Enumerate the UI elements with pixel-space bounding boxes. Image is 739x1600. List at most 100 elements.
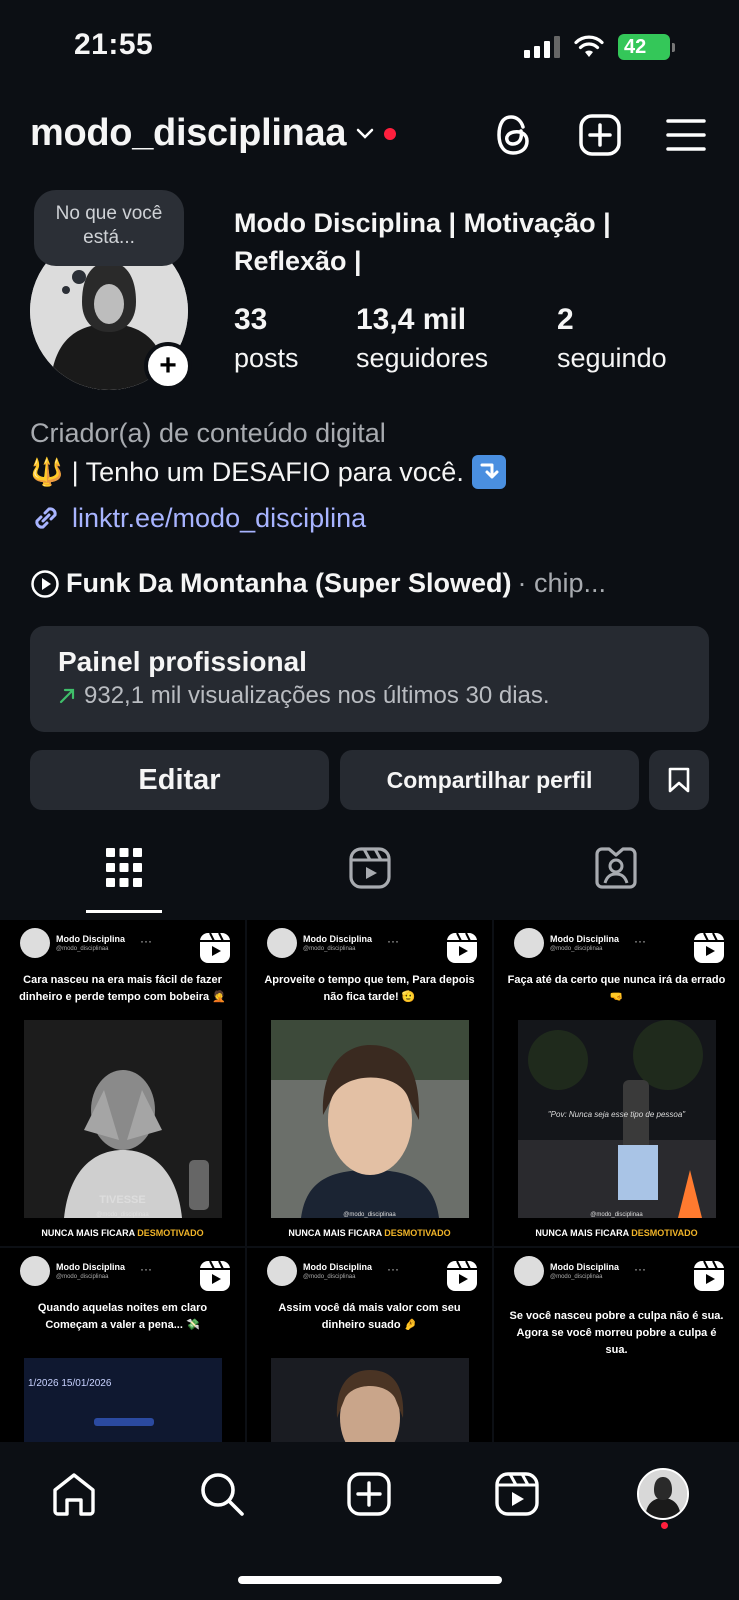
bio: 🔱 | Tenho um DESAFIO para você. xyxy=(30,455,506,489)
saved-button[interactable] xyxy=(649,750,709,810)
play-circle-icon xyxy=(31,569,59,598)
nav-reels[interactable] xyxy=(491,1468,543,1520)
post-account: Modo Disciplina xyxy=(550,933,620,944)
username: modo_disciplinaa xyxy=(30,112,347,154)
share-profile-button[interactable]: Compartilhar perfil xyxy=(340,750,639,810)
reel-badge-icon xyxy=(200,932,230,963)
search-icon xyxy=(201,1473,244,1516)
post-watermark: @modo_disciplinaa xyxy=(590,1212,643,1218)
trident-emoji: 🔱 xyxy=(30,457,64,487)
add-story-button[interactable]: + xyxy=(144,342,192,390)
post-tile[interactable]: Modo Disciplina @modo_disciplinaa ··· Faç… xyxy=(494,920,739,1246)
tagged-icon xyxy=(595,847,637,889)
stat-value: 33 xyxy=(234,303,268,336)
create-icon xyxy=(347,1472,391,1516)
reel-badge-icon xyxy=(447,1260,477,1291)
footer-prefix: NUNCA MAIS FICARA xyxy=(288,1228,382,1238)
account-switcher[interactable]: modo_disciplinaa xyxy=(30,112,397,155)
profile-music[interactable]: Funk Da Montanha (Super Slowed) · chip..… xyxy=(30,568,606,599)
stat-value: 2 xyxy=(557,303,574,336)
post-image-text: 1/2026 15/01/2026 xyxy=(28,1378,112,1389)
reel-badge-icon xyxy=(447,932,477,963)
footer-prefix: NUNCA MAIS FICARA xyxy=(41,1228,135,1238)
stat-label: seguidores xyxy=(356,343,489,373)
stat-followers[interactable]: 13,4 mil seguidores xyxy=(356,300,488,376)
profile-avatar-icon xyxy=(637,1468,689,1520)
tab-reels[interactable] xyxy=(333,846,407,916)
reels-icon xyxy=(495,1472,539,1516)
more-icon: ··· xyxy=(387,934,399,948)
edit-profile-button[interactable]: Editar xyxy=(30,750,329,810)
wifi-icon xyxy=(574,35,604,57)
nav-create[interactable] xyxy=(343,1468,395,1520)
post-tile[interactable]: Modo Disciplina @modo_disciplinaa ··· Se … xyxy=(494,1248,739,1442)
note-bubble[interactable]: No que você está... xyxy=(34,190,184,266)
bio-text: | Tenho um DESAFIO para você. xyxy=(71,456,464,487)
tab-grid[interactable] xyxy=(87,846,161,916)
footer-highlight: DESMOTIVADO xyxy=(137,1228,204,1238)
link-text: linktr.ee/modo_disciplina xyxy=(72,502,367,533)
chevron-down-icon xyxy=(356,128,374,139)
more-icon: ··· xyxy=(387,1262,399,1276)
profile-notification-dot xyxy=(661,1522,668,1529)
post-footer: NUNCA MAIS FICARA DESMOTIVADO xyxy=(0,1228,245,1238)
music-artist: · chip... xyxy=(517,568,607,598)
bio-link[interactable]: linktr.ee/modo_disciplina xyxy=(30,502,366,534)
post-account: Modo Disciplina xyxy=(550,1261,620,1272)
stat-following[interactable]: 2 seguindo xyxy=(557,300,667,376)
nav-home[interactable] xyxy=(48,1468,100,1520)
display-name: Modo Disciplina | Motivação | Reflexão | xyxy=(234,208,611,276)
post-watermark: @modo_disciplinaa xyxy=(96,1212,149,1218)
post-image xyxy=(271,1020,469,1218)
nav-profile[interactable] xyxy=(637,1468,689,1520)
post-tile[interactable]: Modo Disciplina @modo_disciplinaa ··· Qua… xyxy=(0,1248,245,1442)
create-post-icon[interactable] xyxy=(577,112,623,158)
trend-up-icon xyxy=(59,688,75,704)
post-image-text: TIVESSE xyxy=(99,1194,146,1206)
battery-icon: 42 xyxy=(618,34,675,60)
more-icon: ··· xyxy=(140,1262,152,1276)
post-caption: Quando aquelas noites em claro Começam a… xyxy=(37,1302,208,1331)
home-icon xyxy=(53,1473,95,1516)
stat-label: seguindo xyxy=(557,343,667,373)
threads-icon[interactable] xyxy=(491,112,537,158)
avatar xyxy=(20,1256,50,1286)
active-tab-indicator xyxy=(86,910,162,913)
link-icon xyxy=(35,507,57,529)
post-account: Modo Disciplina xyxy=(303,933,373,944)
more-icon: ··· xyxy=(634,934,646,948)
post-tile[interactable]: Modo Disciplina @modo_disciplinaa ··· Apr… xyxy=(247,920,492,1246)
post-caption: Assim você dá mais valor com seu dinheir… xyxy=(278,1302,461,1331)
profile-category: Criador(a) de conteúdo digital xyxy=(30,418,386,448)
stat-posts[interactable]: 33 posts xyxy=(234,300,299,376)
footer-highlight: DESMOTIVADO xyxy=(631,1228,698,1238)
arrow-down-right-icon xyxy=(471,455,506,489)
avatar xyxy=(514,928,544,958)
tab-tagged[interactable] xyxy=(579,846,653,916)
header-actions xyxy=(491,112,709,158)
post-image: 1/2026 15/01/2026 xyxy=(24,1358,222,1442)
stat-value: 13,4 mil xyxy=(356,303,467,336)
battery-level: 42 xyxy=(618,34,670,60)
panel-subtitle-text: 932,1 mil visualizações nos últimos 30 d… xyxy=(84,682,550,709)
post-tile[interactable]: Modo Disciplina @modo_disciplinaa ··· Car… xyxy=(0,920,245,1246)
nav-search[interactable] xyxy=(196,1468,248,1520)
more-icon: ··· xyxy=(140,934,152,948)
post-footer: NUNCA MAIS FICARA DESMOTIVADO xyxy=(247,1228,492,1238)
reel-badge-icon xyxy=(694,1260,724,1291)
professional-dashboard[interactable]: Painel profissional 932,1 mil visualizaç… xyxy=(30,626,709,732)
post-caption: Aproveite o tempo que tem, Para depois n… xyxy=(264,974,475,1003)
avatar xyxy=(267,1256,297,1286)
footer-prefix: NUNCA MAIS FICARA xyxy=(535,1228,629,1238)
post-image xyxy=(24,1020,222,1218)
menu-icon[interactable] xyxy=(663,112,709,158)
bookmark-icon xyxy=(668,767,690,793)
status-time: 21:55 xyxy=(74,28,154,61)
more-icon: ··· xyxy=(634,1262,646,1276)
posts-grid: Modo Disciplina @modo_disciplinaa ··· Car… xyxy=(0,920,739,1442)
home-indicator[interactable] xyxy=(238,1576,502,1584)
post-tile[interactable]: Modo Disciplina @modo_disciplinaa ··· Ass… xyxy=(247,1248,492,1442)
signal-icon xyxy=(524,36,560,58)
reel-badge-icon xyxy=(694,932,724,963)
post-caption: Se você nasceu pobre a culpa não é sua. … xyxy=(509,1310,724,1356)
